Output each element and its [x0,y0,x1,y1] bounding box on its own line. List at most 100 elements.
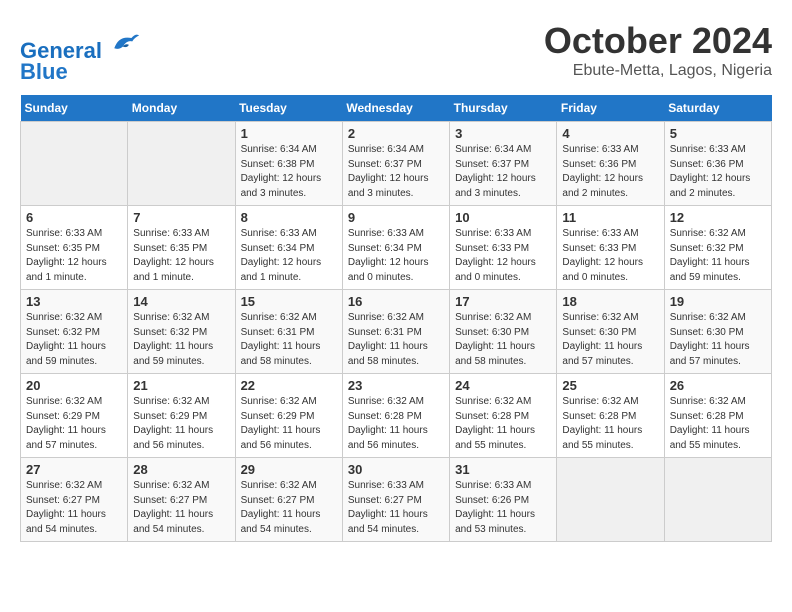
calendar-cell: 16Sunrise: 6:32 AM Sunset: 6:31 PM Dayli… [342,290,449,374]
day-number: 25 [562,378,658,393]
calendar-week-row: 13 Sunrise: 6:32 AM Sunset: 6:32 PM Dayli… [21,290,772,374]
page-header: General Blue October 2024 Ebute-Metta, L… [20,20,772,85]
day-number: 6 [26,210,122,225]
calendar-cell: 18 Sunrise: 6:32 AM Sunset: 6:30 PM Dayli… [557,290,664,374]
day-number: 10 [455,210,551,225]
calendar-cell: 17 Sunrise: 6:32 AM Sunset: 6:30 PM Dayli… [450,290,557,374]
day-number: 7 [133,210,229,225]
day-number: 22 [241,378,337,393]
day-info: Sunrise: 6:33 AM Sunset: 6:35 PM Dayligh… [133,227,229,285]
calendar-cell: 19 Sunrise: 6:32 AM Sunset: 6:30 PM Dayli… [664,290,771,374]
day-info: Sunrise: 6:32 AM Sunset: 6:27 PM Dayligh… [133,479,229,537]
weekday-header-thursday: Thursday [450,95,557,122]
day-number: 30 [348,462,444,477]
calendar-cell [557,458,664,542]
day-number: 9 [348,210,444,225]
day-info: Sunrise: 6:32 AM Sunset: 6:29 PM Dayligh… [133,395,229,453]
day-number: 29 [241,462,337,477]
weekday-header-monday: Monday [128,95,235,122]
day-info: Sunrise: 6:34 AM Sunset: 6:37 PM Dayligh… [348,143,444,201]
calendar-cell: 27 Sunrise: 6:32 AM Sunset: 6:27 PM Dayli… [21,458,128,542]
calendar-cell: 30 Sunrise: 6:33 AM Sunset: 6:27 PM Dayli… [342,458,449,542]
calendar-cell: 22 Sunrise: 6:32 AM Sunset: 6:29 PM Dayli… [235,374,342,458]
day-info: Sunrise: 6:32 AM Sunset: 6:29 PM Dayligh… [241,395,337,453]
calendar-cell: 26 Sunrise: 6:32 AM Sunset: 6:28 PM Dayli… [664,374,771,458]
calendar-cell: 29Sunrise: 6:32 AM Sunset: 6:27 PM Dayli… [235,458,342,542]
day-number: 11 [562,210,658,225]
day-number: 21 [133,378,229,393]
day-info: Sunrise: 6:34 AM Sunset: 6:38 PM Dayligh… [241,143,337,201]
calendar-cell: 12Sunrise: 6:32 AM Sunset: 6:32 PM Dayli… [664,206,771,290]
weekday-header-saturday: Saturday [664,95,771,122]
weekday-header-row: SundayMondayTuesdayWednesdayThursdayFrid… [21,95,772,122]
logo-bird-icon [110,30,140,58]
calendar-cell: 14 Sunrise: 6:32 AM Sunset: 6:32 PM Dayli… [128,290,235,374]
weekday-header-tuesday: Tuesday [235,95,342,122]
calendar-cell: 21 Sunrise: 6:32 AM Sunset: 6:29 PM Dayli… [128,374,235,458]
weekday-header-wednesday: Wednesday [342,95,449,122]
calendar-cell: 2Sunrise: 6:34 AM Sunset: 6:37 PM Daylig… [342,122,449,206]
day-number: 16 [348,294,444,309]
day-number: 31 [455,462,551,477]
calendar-cell: 28 Sunrise: 6:32 AM Sunset: 6:27 PM Dayli… [128,458,235,542]
weekday-header-friday: Friday [557,95,664,122]
calendar-cell [664,458,771,542]
day-info: Sunrise: 6:32 AM Sunset: 6:28 PM Dayligh… [562,395,658,453]
day-info: Sunrise: 6:33 AM Sunset: 6:36 PM Dayligh… [670,143,766,201]
calendar-cell: 6Sunrise: 6:33 AM Sunset: 6:35 PM Daylig… [21,206,128,290]
day-number: 23 [348,378,444,393]
calendar-cell: 11Sunrise: 6:33 AM Sunset: 6:33 PM Dayli… [557,206,664,290]
day-number: 14 [133,294,229,309]
calendar-cell: 3Sunrise: 6:34 AM Sunset: 6:37 PM Daylig… [450,122,557,206]
day-number: 15 [241,294,337,309]
calendar-cell: 9 Sunrise: 6:33 AM Sunset: 6:34 PM Daylig… [342,206,449,290]
day-info: Sunrise: 6:33 AM Sunset: 6:34 PM Dayligh… [348,227,444,285]
calendar-table: SundayMondayTuesdayWednesdayThursdayFrid… [20,95,772,542]
calendar-cell: 8 Sunrise: 6:33 AM Sunset: 6:34 PM Daylig… [235,206,342,290]
calendar-cell: 1 Sunrise: 6:34 AM Sunset: 6:38 PM Daylig… [235,122,342,206]
day-info: Sunrise: 6:32 AM Sunset: 6:32 PM Dayligh… [133,311,229,369]
day-info: Sunrise: 6:32 AM Sunset: 6:30 PM Dayligh… [670,311,766,369]
day-number: 24 [455,378,551,393]
calendar-cell [128,122,235,206]
day-number: 8 [241,210,337,225]
calendar-week-row: 6 Sunrise: 6:33 AM Sunset: 6:35 PM Daylig… [21,206,772,290]
calendar-title: October 2024 [544,20,772,62]
calendar-cell: 4 Sunrise: 6:33 AM Sunset: 6:36 PM Daylig… [557,122,664,206]
day-number: 5 [670,126,766,141]
day-number: 28 [133,462,229,477]
calendar-cell: 25 Sunrise: 6:32 AM Sunset: 6:28 PM Dayli… [557,374,664,458]
day-info: Sunrise: 6:32 AM Sunset: 6:30 PM Dayligh… [562,311,658,369]
day-number: 13 [26,294,122,309]
day-number: 27 [26,462,122,477]
calendar-cell: 13Sunrise: 6:32 AM Sunset: 6:32 PM Dayli… [21,290,128,374]
day-number: 26 [670,378,766,393]
logo: General Blue [20,30,140,85]
day-number: 19 [670,294,766,309]
day-info: Sunrise: 6:32 AM Sunset: 6:28 PM Dayligh… [348,395,444,453]
day-info: Sunrise: 6:32 AM Sunset: 6:29 PM Dayligh… [26,395,122,453]
day-number: 1 [241,126,337,141]
day-info: Sunrise: 6:33 AM Sunset: 6:33 PM Dayligh… [455,227,551,285]
calendar-cell: 10 Sunrise: 6:33 AM Sunset: 6:33 PM Dayli… [450,206,557,290]
day-info: Sunrise: 6:32 AM Sunset: 6:28 PM Dayligh… [455,395,551,453]
calendar-cell: 5 Sunrise: 6:33 AM Sunset: 6:36 PM Daylig… [664,122,771,206]
day-info: Sunrise: 6:32 AM Sunset: 6:31 PM Dayligh… [241,311,337,369]
day-info: Sunrise: 6:32 AM Sunset: 6:30 PM Dayligh… [455,311,551,369]
calendar-cell: 7 Sunrise: 6:33 AM Sunset: 6:35 PM Daylig… [128,206,235,290]
day-info: Sunrise: 6:34 AM Sunset: 6:37 PM Dayligh… [455,143,551,201]
day-info: Sunrise: 6:33 AM Sunset: 6:27 PM Dayligh… [348,479,444,537]
day-number: 4 [562,126,658,141]
calendar-cell: 20Sunrise: 6:32 AM Sunset: 6:29 PM Dayli… [21,374,128,458]
calendar-cell [21,122,128,206]
day-info: Sunrise: 6:33 AM Sunset: 6:34 PM Dayligh… [241,227,337,285]
day-number: 18 [562,294,658,309]
day-info: Sunrise: 6:32 AM Sunset: 6:28 PM Dayligh… [670,395,766,453]
day-info: Sunrise: 6:32 AM Sunset: 6:27 PM Dayligh… [26,479,122,537]
day-info: Sunrise: 6:33 AM Sunset: 6:36 PM Dayligh… [562,143,658,201]
title-block: October 2024 Ebute-Metta, Lagos, Nigeria [544,20,772,80]
day-info: Sunrise: 6:32 AM Sunset: 6:32 PM Dayligh… [670,227,766,285]
day-number: 17 [455,294,551,309]
calendar-cell: 31 Sunrise: 6:33 AM Sunset: 6:26 PM Dayli… [450,458,557,542]
day-info: Sunrise: 6:33 AM Sunset: 6:26 PM Dayligh… [455,479,551,537]
